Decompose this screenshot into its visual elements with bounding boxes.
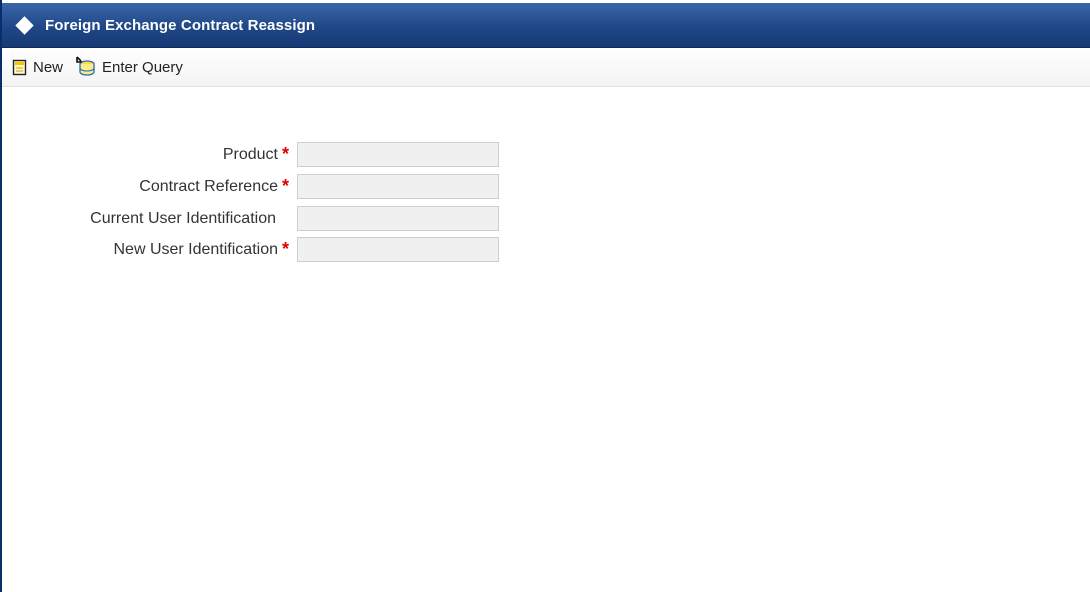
toolbar: New Enter Query	[2, 48, 1090, 87]
reassign-window: Foreign Exchange Contract Reassign New E…	[0, 0, 1090, 592]
new-user-field[interactable]	[297, 237, 499, 262]
contract-reference-row: Contract Reference *	[2, 174, 522, 202]
required-marker: *	[282, 144, 290, 164]
current-user-label: Current User Identification	[90, 210, 276, 227]
required-marker: *	[282, 239, 290, 259]
enter-query-label: Enter Query	[102, 58, 183, 76]
enter-query-button[interactable]: Enter Query	[75, 54, 183, 80]
new-button-label: New	[33, 58, 64, 76]
product-label: Product	[222, 146, 278, 163]
contract-reference-label: Contract Reference	[139, 178, 278, 195]
new-user-row: New User Identification *	[2, 237, 522, 265]
title-bar: Foreign Exchange Contract Reassign	[2, 3, 1090, 48]
current-user-row: Current User Identification	[2, 206, 522, 234]
new-user-label: New User Identification	[113, 241, 278, 258]
current-user-field[interactable]	[297, 206, 499, 231]
product-row: Product *	[2, 142, 522, 170]
product-field[interactable]	[297, 142, 499, 167]
window-title: Foreign Exchange Contract Reassign	[45, 16, 316, 34]
new-button[interactable]: New	[12, 54, 63, 80]
contract-reference-field[interactable]	[297, 174, 499, 199]
required-marker: *	[282, 176, 290, 196]
enter-query-icon	[75, 56, 102, 78]
diamond-icon	[15, 15, 34, 35]
new-document-icon	[12, 59, 33, 76]
